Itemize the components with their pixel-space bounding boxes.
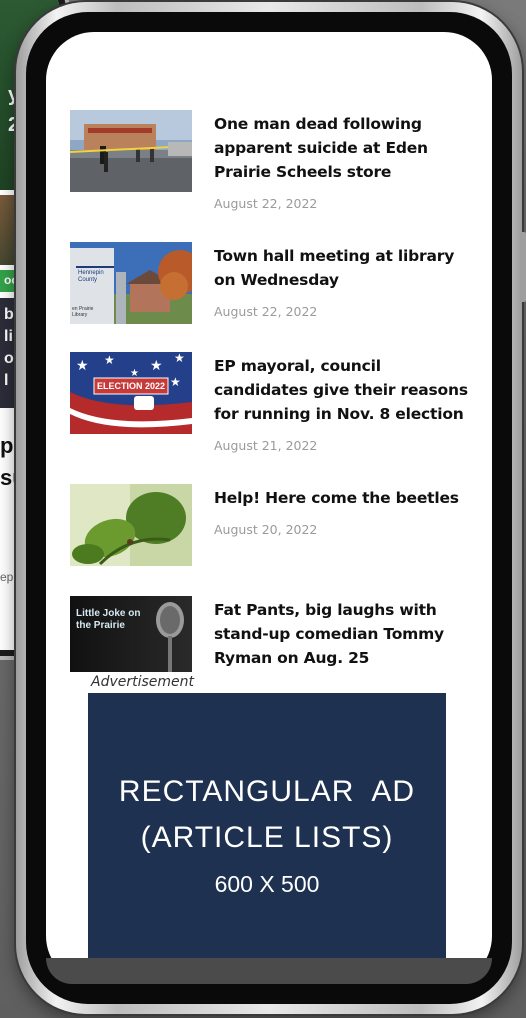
article-date: August 21, 2022 <box>214 438 318 453</box>
phone-frame: One man dead following apparent suicide … <box>16 2 526 1014</box>
article-headline[interactable]: Town hall meeting at library on Wednesda… <box>214 244 470 292</box>
article-headline[interactable]: One man dead following apparent suicide … <box>214 112 470 184</box>
article-date: August 22, 2022 <box>214 304 318 319</box>
article-headline[interactable]: EP mayoral, council candidates give thei… <box>214 354 470 426</box>
svg-text:★: ★ <box>76 357 89 373</box>
article-thumbnail[interactable]: ★ ★ ★ ★ ★ ★ ELECTION 2022 <box>70 352 192 434</box>
stage: y': 2 ool ba li or l pr su ep <box>0 0 526 1018</box>
article-thumbnail[interactable] <box>70 110 192 192</box>
article-date: August 20, 2022 <box>214 522 318 537</box>
svg-text:★: ★ <box>174 352 185 365</box>
svg-text:★: ★ <box>150 357 163 373</box>
article-thumbnail[interactable]: Little Joke on the Prairie <box>70 596 192 672</box>
svg-text:★: ★ <box>104 353 115 367</box>
comedy-title: Little Joke on the Prairie <box>76 608 141 631</box>
ad-line-2: (ARTICLE LISTS) <box>140 821 394 854</box>
article-thumbnail[interactable] <box>70 484 192 566</box>
article-thumbnail[interactable]: Hennepin County en Prairie Library <box>70 242 192 324</box>
article-date: August 22, 2022 <box>214 196 318 211</box>
article-headline[interactable]: Help! Here come the beetles <box>214 486 470 510</box>
article-headline[interactable]: Fat Pants, big laughs with stand-up come… <box>214 598 470 670</box>
advertisement-label: Advertisement <box>91 674 195 690</box>
background-small-text: ep <box>0 570 14 584</box>
phone-bottom-bar <box>46 958 492 984</box>
election-badge: ELECTION 2022 <box>96 381 166 391</box>
svg-text:★: ★ <box>130 368 139 379</box>
library-sign-text: en Prairie Library <box>72 306 94 318</box>
svg-text:★: ★ <box>170 375 181 389</box>
ad-line-1: RECTANGULAR AD <box>118 775 416 808</box>
rectangular-ad[interactable]: RECTANGULAR AD (ARTICLE LISTS) 600 X 500 <box>88 693 446 984</box>
side-button <box>520 232 526 302</box>
ad-line-3: 600 X 500 <box>214 871 320 897</box>
library-sign-text: Hennepin County <box>78 270 104 283</box>
phone-screen[interactable]: One man dead following apparent suicide … <box>46 32 492 984</box>
